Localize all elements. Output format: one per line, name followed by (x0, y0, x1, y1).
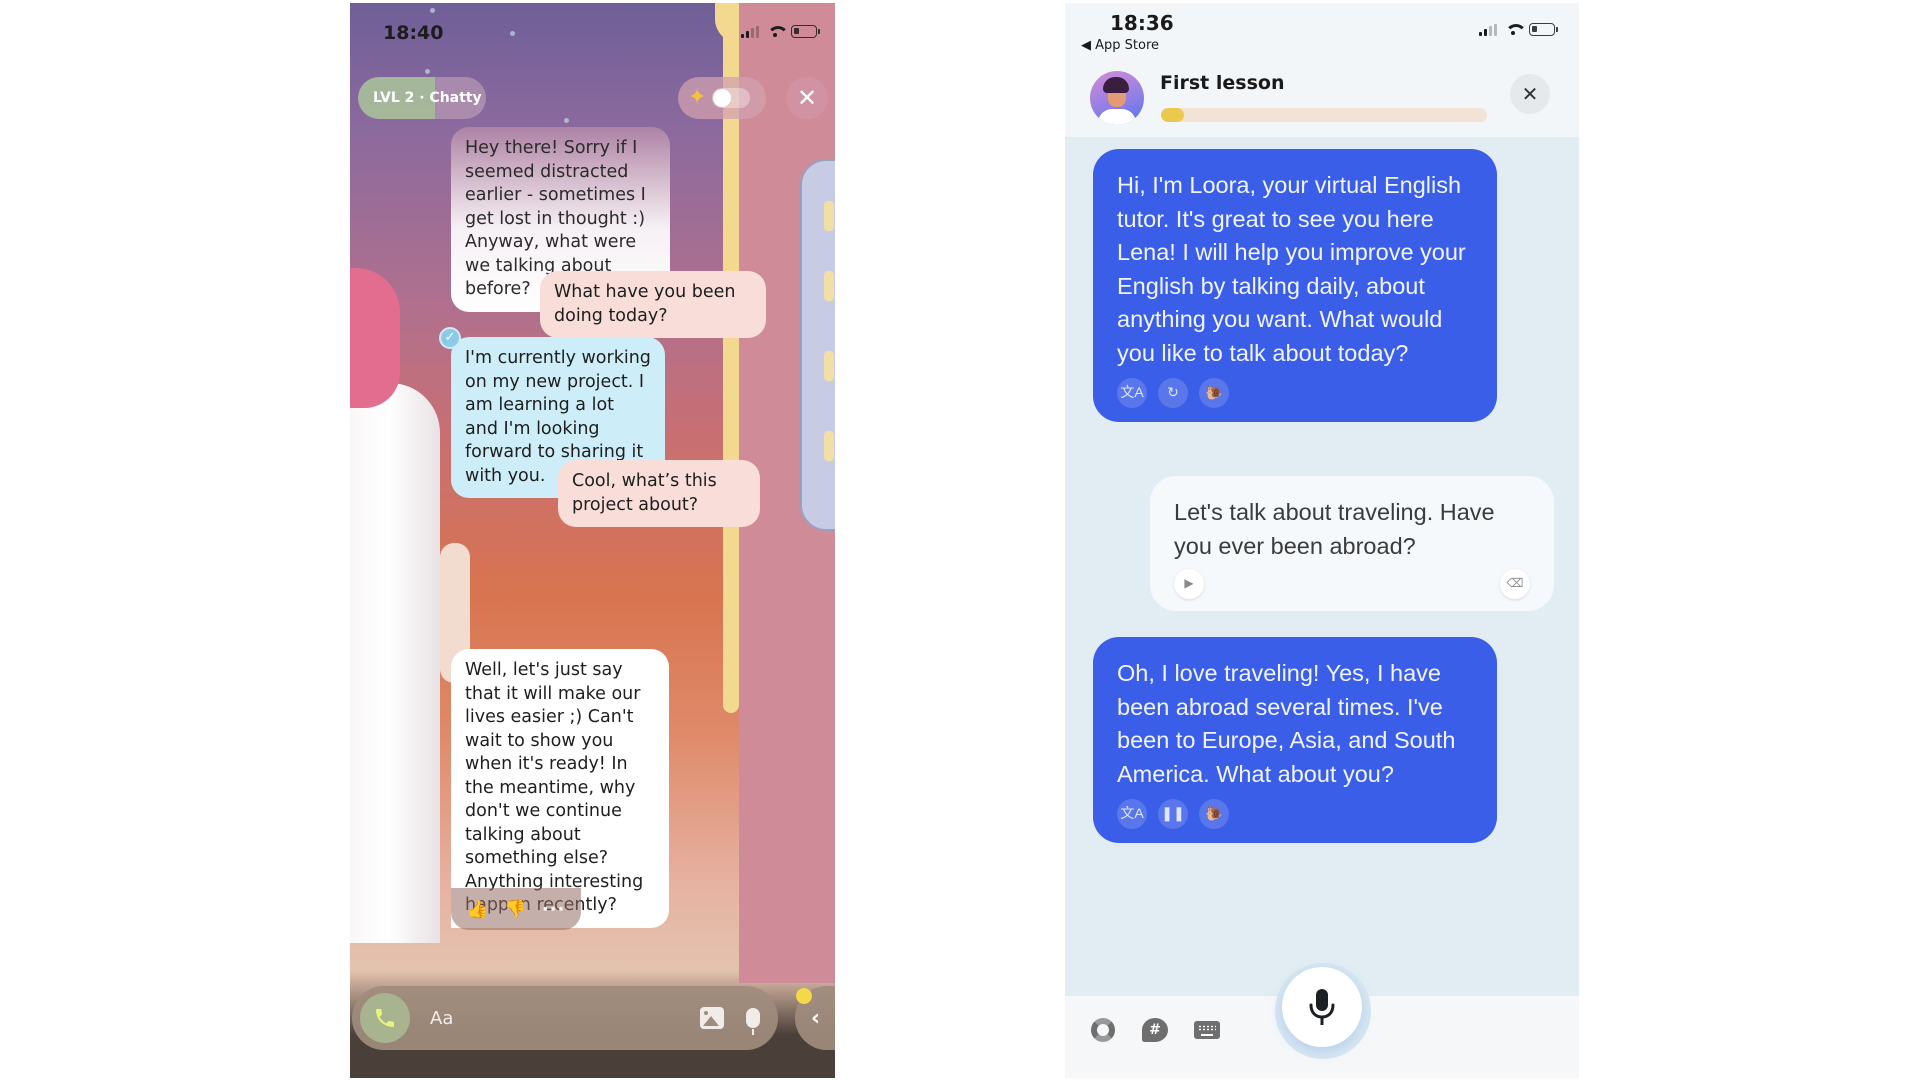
message-text: Hi, I'm Loora, your virtual English tuto… (1117, 172, 1466, 366)
status-icons (1479, 23, 1558, 36)
thumbs-up-icon[interactable]: 👍 (467, 899, 489, 920)
signal-icon (741, 25, 759, 38)
battery-icon (1529, 23, 1558, 36)
topics-button[interactable]: # (1142, 1017, 1168, 1043)
star-decoration (425, 69, 430, 74)
wifi-icon (1505, 23, 1527, 36)
tutor-avatar (1090, 71, 1144, 125)
chat-message-bot: Oh, I love traveling! Yes, I have been a… (1093, 637, 1497, 843)
replay-icon[interactable]: ↻ (1158, 378, 1188, 408)
microphone-icon[interactable] (746, 1008, 760, 1035)
message-text: What have you been doing today? (554, 282, 736, 326)
chat-message-user: Let's talk about traveling. Have you eve… (1150, 476, 1554, 611)
message-text: Oh, I love traveling! Yes, I have been a… (1117, 660, 1456, 787)
more-options-icon[interactable]: ··· (542, 899, 566, 920)
close-button[interactable]: ✕ (1510, 74, 1550, 114)
message-text: Cool, what’s this project about? (572, 471, 717, 515)
thumbs-down-icon[interactable]: 👎 (504, 899, 526, 920)
pause-icon[interactable]: ❚❚ (1158, 799, 1188, 829)
star-decoration (510, 31, 515, 36)
left-phone-screen: 18:40 LVL 2 · Chatty ✦ ✕ Hey there! Sorr… (350, 3, 835, 1078)
signal-icon (1479, 23, 1497, 36)
message-text: Let's talk about traveling. Have you eve… (1174, 499, 1495, 559)
avatar-character-hair (350, 268, 400, 408)
help-button[interactable] (1090, 1017, 1116, 1043)
image-icon[interactable] (700, 1007, 724, 1029)
lesson-progress-bar (1161, 108, 1487, 122)
message-actions: ▶ ⌫ (1174, 569, 1530, 599)
message-reactions: 👍 👎 ··· (451, 888, 581, 930)
close-button[interactable]: ✕ (786, 77, 828, 119)
level-label: LVL 2 · Chatty (373, 90, 482, 106)
status-icons (741, 25, 820, 38)
message-actions: 文A ↻ 🐌 (1117, 378, 1473, 408)
slow-playback-icon[interactable]: 🐌 (1199, 799, 1229, 829)
record-voice-button[interactable] (1282, 967, 1362, 1047)
call-button[interactable] (360, 993, 410, 1043)
notification-dot (796, 988, 812, 1004)
level-badge[interactable]: LVL 2 · Chatty (358, 77, 486, 119)
avatar-character-body (350, 383, 440, 943)
right-phone-screen: 18:36 ◀ App Store First lesson ✕ Hi, I'm… (1065, 3, 1579, 1078)
wifi-icon (767, 25, 789, 38)
translate-icon[interactable]: 文A (1117, 378, 1147, 408)
keyboard-icon (1194, 1021, 1220, 1039)
chat-message-bot: Well, let's just say that it will make o… (451, 649, 669, 928)
sparkles-icon: ✦ (688, 85, 707, 110)
play-icon[interactable]: ▶ (1174, 569, 1204, 599)
chat-message-user: What have you been doing today? (540, 271, 766, 338)
translate-icon[interactable]: 文A (1117, 799, 1147, 829)
battery-icon (791, 25, 820, 38)
back-to-app-store-link[interactable]: ◀ App Store (1081, 38, 1159, 53)
message-text: Well, let's just say that it will make o… (465, 660, 644, 915)
hash-chat-icon: # (1142, 1018, 1168, 1042)
star-decoration (564, 118, 569, 123)
lifebuoy-icon (1091, 1018, 1115, 1042)
keyboard-button[interactable] (1194, 1017, 1220, 1043)
message-actions: 文A ❚❚ 🐌 (1117, 799, 1473, 829)
message-composer: Aa (352, 986, 778, 1050)
chat-message-bot: Hi, I'm Loora, your virtual English tuto… (1093, 149, 1497, 422)
star-decoration (430, 8, 435, 13)
status-time: 18:36 (1110, 11, 1174, 35)
microphone-icon (1309, 989, 1335, 1025)
chat-message-user: Cool, what’s this project about? (558, 460, 760, 527)
toolbar-tools: # (1090, 1017, 1220, 1043)
lesson-title: First lesson (1160, 72, 1285, 94)
slow-playback-icon[interactable]: 🐌 (1199, 378, 1229, 408)
background-sign (800, 159, 835, 531)
toggle-switch[interactable] (712, 88, 751, 108)
phone-icon (376, 1009, 394, 1027)
lesson-progress-fill (1161, 108, 1184, 122)
check-icon: ✓ (439, 327, 461, 349)
eraser-icon[interactable]: ⌫ (1500, 569, 1530, 599)
status-time: 18:40 (383, 22, 444, 44)
message-input[interactable]: Aa (430, 1008, 700, 1029)
magic-toggle[interactable]: ✦ (678, 77, 766, 119)
